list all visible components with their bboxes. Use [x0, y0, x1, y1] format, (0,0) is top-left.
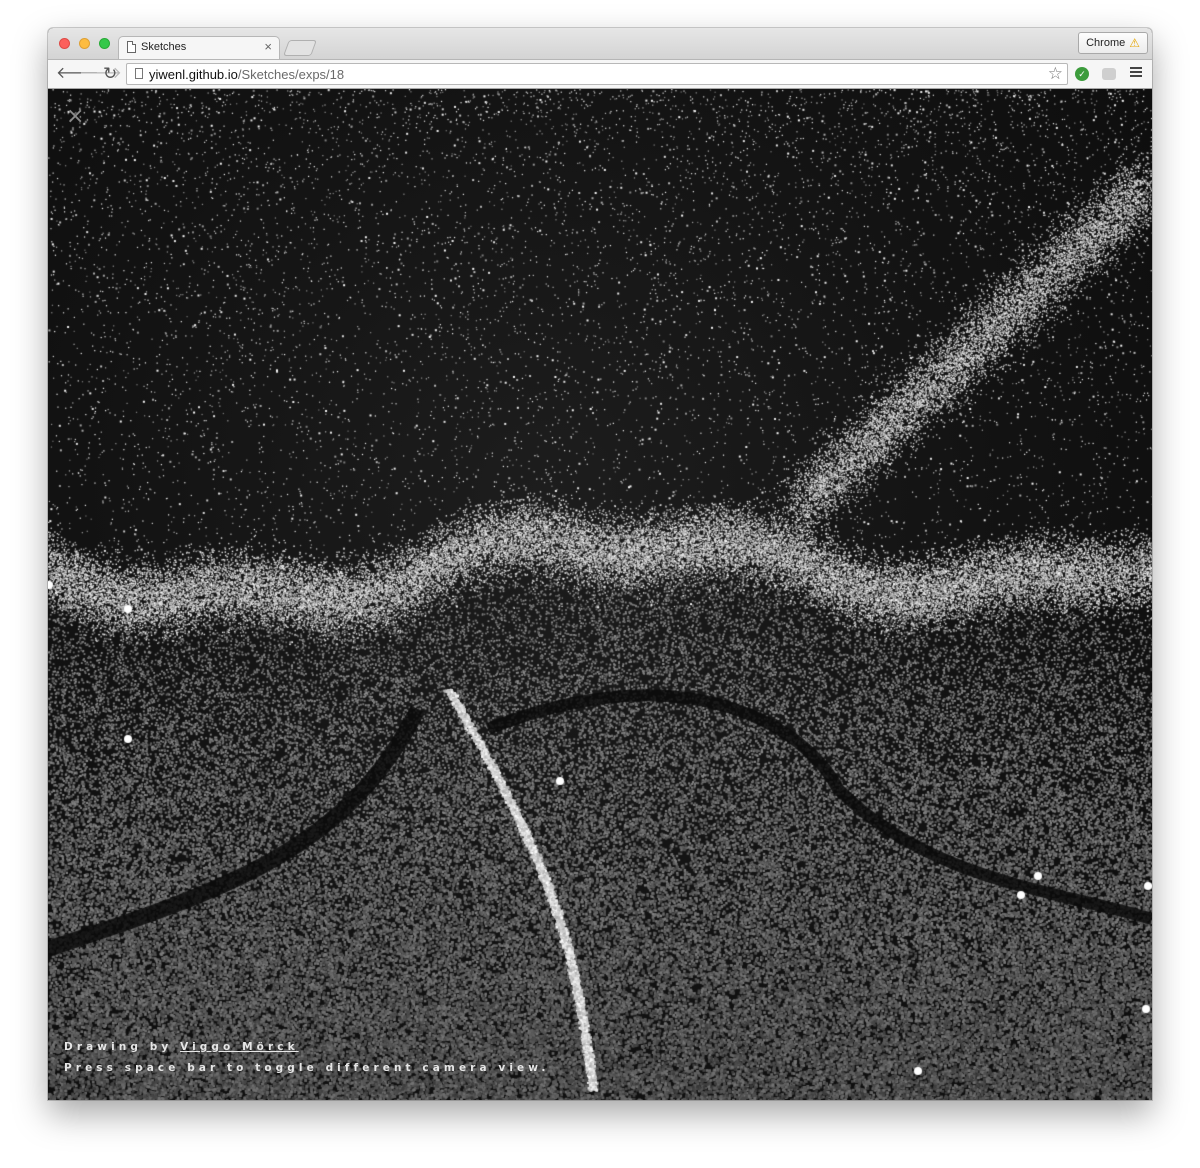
tab-close-icon[interactable]: ×: [264, 39, 272, 55]
extension-icon[interactable]: [1102, 68, 1116, 80]
hamburger-menu-icon[interactable]: [1130, 65, 1142, 79]
credit-prefix: Drawing by: [64, 1041, 173, 1053]
new-tab-button[interactable]: [283, 40, 317, 56]
particle-cloud-canvas[interactable]: [48, 89, 1152, 1100]
minimize-window-button[interactable]: [79, 38, 90, 49]
credit-line: Drawing by Viggo Mörck: [64, 1041, 549, 1053]
tab-strip: Sketches × Chrome ⚠: [48, 28, 1152, 59]
star-icon[interactable]: ☆: [1048, 64, 1063, 84]
webgl-canvas-area[interactable]: × Drawing by Viggo Mörck Press space bar…: [48, 89, 1152, 1100]
page-icon: [135, 68, 143, 79]
url-host: yiwenl.github.io: [149, 67, 238, 82]
close-window-button[interactable]: [59, 38, 70, 49]
extension-check-icon[interactable]: ✓: [1075, 67, 1089, 81]
url-path: /Sketches/exps/18: [237, 67, 345, 82]
tab-sketches[interactable]: Sketches ×: [118, 36, 280, 59]
reload-icon[interactable]: ↻: [103, 64, 117, 84]
browser-window: Sketches × Chrome ⚠ 🡐 🡒 ↻ yiwenl.github.…: [48, 28, 1152, 1100]
caption: Drawing by Viggo Mörck Press space bar t…: [64, 1041, 549, 1074]
browser-toolbar: 🡐 🡒 ↻ yiwenl.github.io/Sketches/exps/18 …: [48, 59, 1152, 89]
tab-title: Sketches: [141, 41, 187, 53]
profile-button[interactable]: Chrome ⚠: [1078, 32, 1148, 54]
profile-label: Chrome: [1086, 37, 1126, 49]
instructions-text: Press space bar to toggle different came…: [64, 1062, 550, 1074]
maximize-window-button[interactable]: [99, 38, 110, 49]
warning-icon: ⚠: [1129, 36, 1140, 50]
artist-link[interactable]: Viggo Mörck: [180, 1041, 299, 1053]
page-icon: [127, 41, 136, 53]
url-text[interactable]: yiwenl.github.io/Sketches/exps/18: [149, 67, 344, 82]
close-icon[interactable]: ×: [66, 106, 84, 128]
address-bar[interactable]: yiwenl.github.io/Sketches/exps/18 ☆: [126, 63, 1068, 85]
